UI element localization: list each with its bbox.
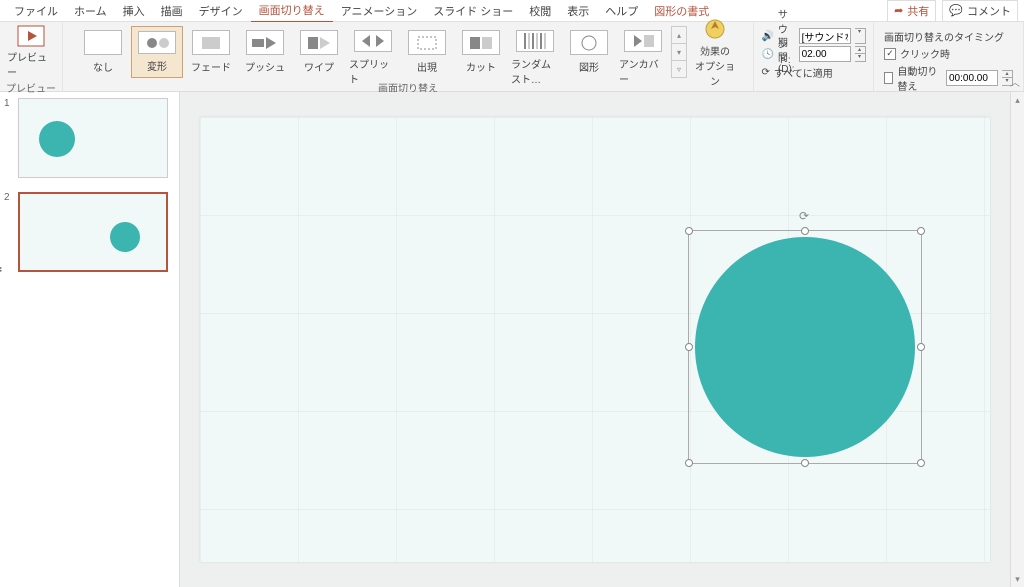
comment-icon: 💬 bbox=[949, 4, 963, 17]
transition-random-bars[interactable]: ランダムスト… bbox=[509, 26, 561, 78]
sound-icon: 🔊 bbox=[761, 31, 773, 42]
uncover-icon bbox=[624, 30, 662, 52]
sound-dropdown[interactable] bbox=[799, 28, 851, 44]
preview-button[interactable]: プレビュー bbox=[7, 26, 55, 78]
advance-label: 画面切り替えのタイミング bbox=[884, 29, 1004, 44]
workspace: 1 2 ✻ ⟳ bbox=[0, 92, 1024, 587]
slide-canvas-area: ⟳ bbox=[180, 92, 1010, 587]
ribbon-group-preview: プレビュー プレビュー bbox=[0, 22, 63, 91]
vertical-scrollbar[interactable]: ▴ ▾ bbox=[1010, 92, 1024, 587]
tab-transitions[interactable]: 画面切り替え bbox=[251, 0, 333, 23]
slide-number-1: 1 bbox=[4, 98, 14, 109]
tab-design[interactable]: デザイン bbox=[191, 0, 251, 22]
tab-insert[interactable]: 挿入 bbox=[115, 0, 153, 22]
after-input[interactable] bbox=[946, 70, 998, 86]
cut-icon bbox=[462, 30, 500, 55]
transition-split[interactable]: スプリット bbox=[347, 26, 399, 78]
tab-review[interactable]: 校閲 bbox=[521, 0, 559, 22]
resize-handle-tm[interactable] bbox=[801, 227, 809, 235]
slide-thumbnail-panel: 1 2 ✻ bbox=[0, 92, 180, 587]
slide-thumbnail-1[interactable] bbox=[18, 98, 168, 178]
preview-icon bbox=[16, 25, 46, 47]
comment-button[interactable]: 💬 コメント bbox=[942, 0, 1018, 22]
resize-handle-bl[interactable] bbox=[685, 459, 693, 467]
share-button[interactable]: ➦ 共有 bbox=[887, 0, 936, 22]
effect-options-button[interactable]: 効果の オプション bbox=[691, 26, 739, 78]
scroll-track[interactable] bbox=[1011, 108, 1024, 571]
random-icon bbox=[516, 30, 554, 52]
after-checkbox[interactable] bbox=[884, 72, 893, 84]
sound-dropdown-arrow[interactable]: ▾ bbox=[855, 29, 865, 36]
slide2-shape bbox=[110, 222, 140, 252]
tab-file[interactable]: ファイル bbox=[6, 0, 66, 22]
split-icon bbox=[354, 30, 392, 52]
resize-handle-bm[interactable] bbox=[801, 459, 809, 467]
duration-down[interactable]: ▾ bbox=[855, 54, 865, 61]
slide-thumbnail-2[interactable] bbox=[18, 192, 168, 272]
fade-icon bbox=[192, 30, 230, 55]
transitions-gallery: なし 変形 フェード プッシュ ワイプ bbox=[77, 26, 687, 78]
tab-help[interactable]: ヘルプ bbox=[597, 0, 646, 22]
transition-uncover[interactable]: アンカバー bbox=[617, 26, 669, 78]
gallery-expand[interactable]: ▿ bbox=[672, 61, 686, 77]
transition-morph[interactable]: 変形 bbox=[131, 26, 183, 78]
slide-canvas[interactable]: ⟳ bbox=[200, 117, 990, 562]
slide-number-2: 2 bbox=[4, 192, 14, 203]
slide1-shape bbox=[39, 121, 75, 157]
tab-bar: ファイル ホーム 挿入 描画 デザイン 画面切り替え アニメーション スライド … bbox=[0, 0, 1024, 22]
morph-icon bbox=[138, 31, 176, 54]
resize-handle-tr[interactable] bbox=[917, 227, 925, 235]
push-icon bbox=[246, 30, 284, 55]
transition-fade[interactable]: フェード bbox=[185, 26, 237, 78]
apply-all-icon: ⟳ bbox=[761, 67, 769, 78]
transition-push[interactable]: プッシュ bbox=[239, 26, 291, 78]
transition-cut[interactable]: カット bbox=[455, 26, 507, 78]
duration-up[interactable]: ▴ bbox=[855, 47, 865, 54]
tab-draw[interactable]: 描画 bbox=[153, 0, 191, 22]
rotate-handle-icon[interactable]: ⟳ bbox=[799, 209, 811, 221]
transition-wipe[interactable]: ワイプ bbox=[293, 26, 345, 78]
ribbon-group-timing-right: 画面切り替えのタイミング ✓ クリック時 自動切り替え ▴ ▾ タイミング bbox=[874, 22, 1024, 91]
none-icon bbox=[84, 30, 122, 55]
slide-thumb-1-wrap: 1 bbox=[4, 98, 175, 178]
wipe-icon bbox=[300, 30, 338, 55]
effect-options-icon bbox=[700, 17, 730, 41]
resize-handle-tl[interactable] bbox=[685, 227, 693, 235]
transition-indicator-icon: ✻ bbox=[0, 265, 2, 276]
ribbon-group-timing-left: 🔊 サウンド: ▾ 🕓 期間(D): ▴ ▾ ⟳ すべてに適用 bbox=[754, 22, 874, 91]
onclick-label: クリック時 bbox=[900, 46, 950, 61]
share-icon: ➦ bbox=[894, 4, 903, 17]
clock-icon: 🕓 bbox=[761, 49, 773, 60]
transition-none[interactable]: なし bbox=[77, 26, 129, 78]
transition-shape[interactable]: 図形 bbox=[563, 26, 615, 78]
ribbon: プレビュー プレビュー なし 変形 フェード bbox=[0, 22, 1024, 92]
resize-handle-mr[interactable] bbox=[917, 343, 925, 351]
ribbon-collapse[interactable]: ︿ bbox=[1010, 74, 1020, 89]
gallery-scroll-down[interactable]: ▾ bbox=[672, 44, 686, 61]
resize-handle-br[interactable] bbox=[917, 459, 925, 467]
tab-home[interactable]: ホーム bbox=[66, 0, 115, 22]
ribbon-group-transitions: なし 変形 フェード プッシュ ワイプ bbox=[63, 22, 754, 91]
resize-handle-ml[interactable] bbox=[685, 343, 693, 351]
duration-input[interactable] bbox=[799, 46, 851, 62]
preview-group-label: プレビュー bbox=[6, 80, 56, 95]
selection-box: ⟳ bbox=[688, 230, 922, 464]
reveal-icon bbox=[408, 30, 446, 55]
apply-all-button[interactable]: すべてに適用 bbox=[774, 65, 833, 80]
slide-thumb-2-wrap: 2 ✻ bbox=[4, 192, 175, 272]
tab-slideshow[interactable]: スライド ショー bbox=[425, 0, 521, 22]
onclick-checkbox[interactable]: ✓ bbox=[884, 48, 896, 60]
tab-view[interactable]: 表示 bbox=[559, 0, 597, 22]
scroll-down-button[interactable]: ▾ bbox=[1011, 571, 1024, 587]
tab-animations[interactable]: アニメーション bbox=[333, 0, 426, 22]
gallery-scroll-up[interactable]: ▴ bbox=[672, 27, 686, 44]
shape-icon bbox=[570, 30, 608, 55]
after-label: 自動切り替え bbox=[897, 63, 942, 93]
gallery-scroll[interactable]: ▴ ▾ ▿ bbox=[671, 26, 687, 78]
transition-reveal[interactable]: 出現 bbox=[401, 26, 453, 78]
